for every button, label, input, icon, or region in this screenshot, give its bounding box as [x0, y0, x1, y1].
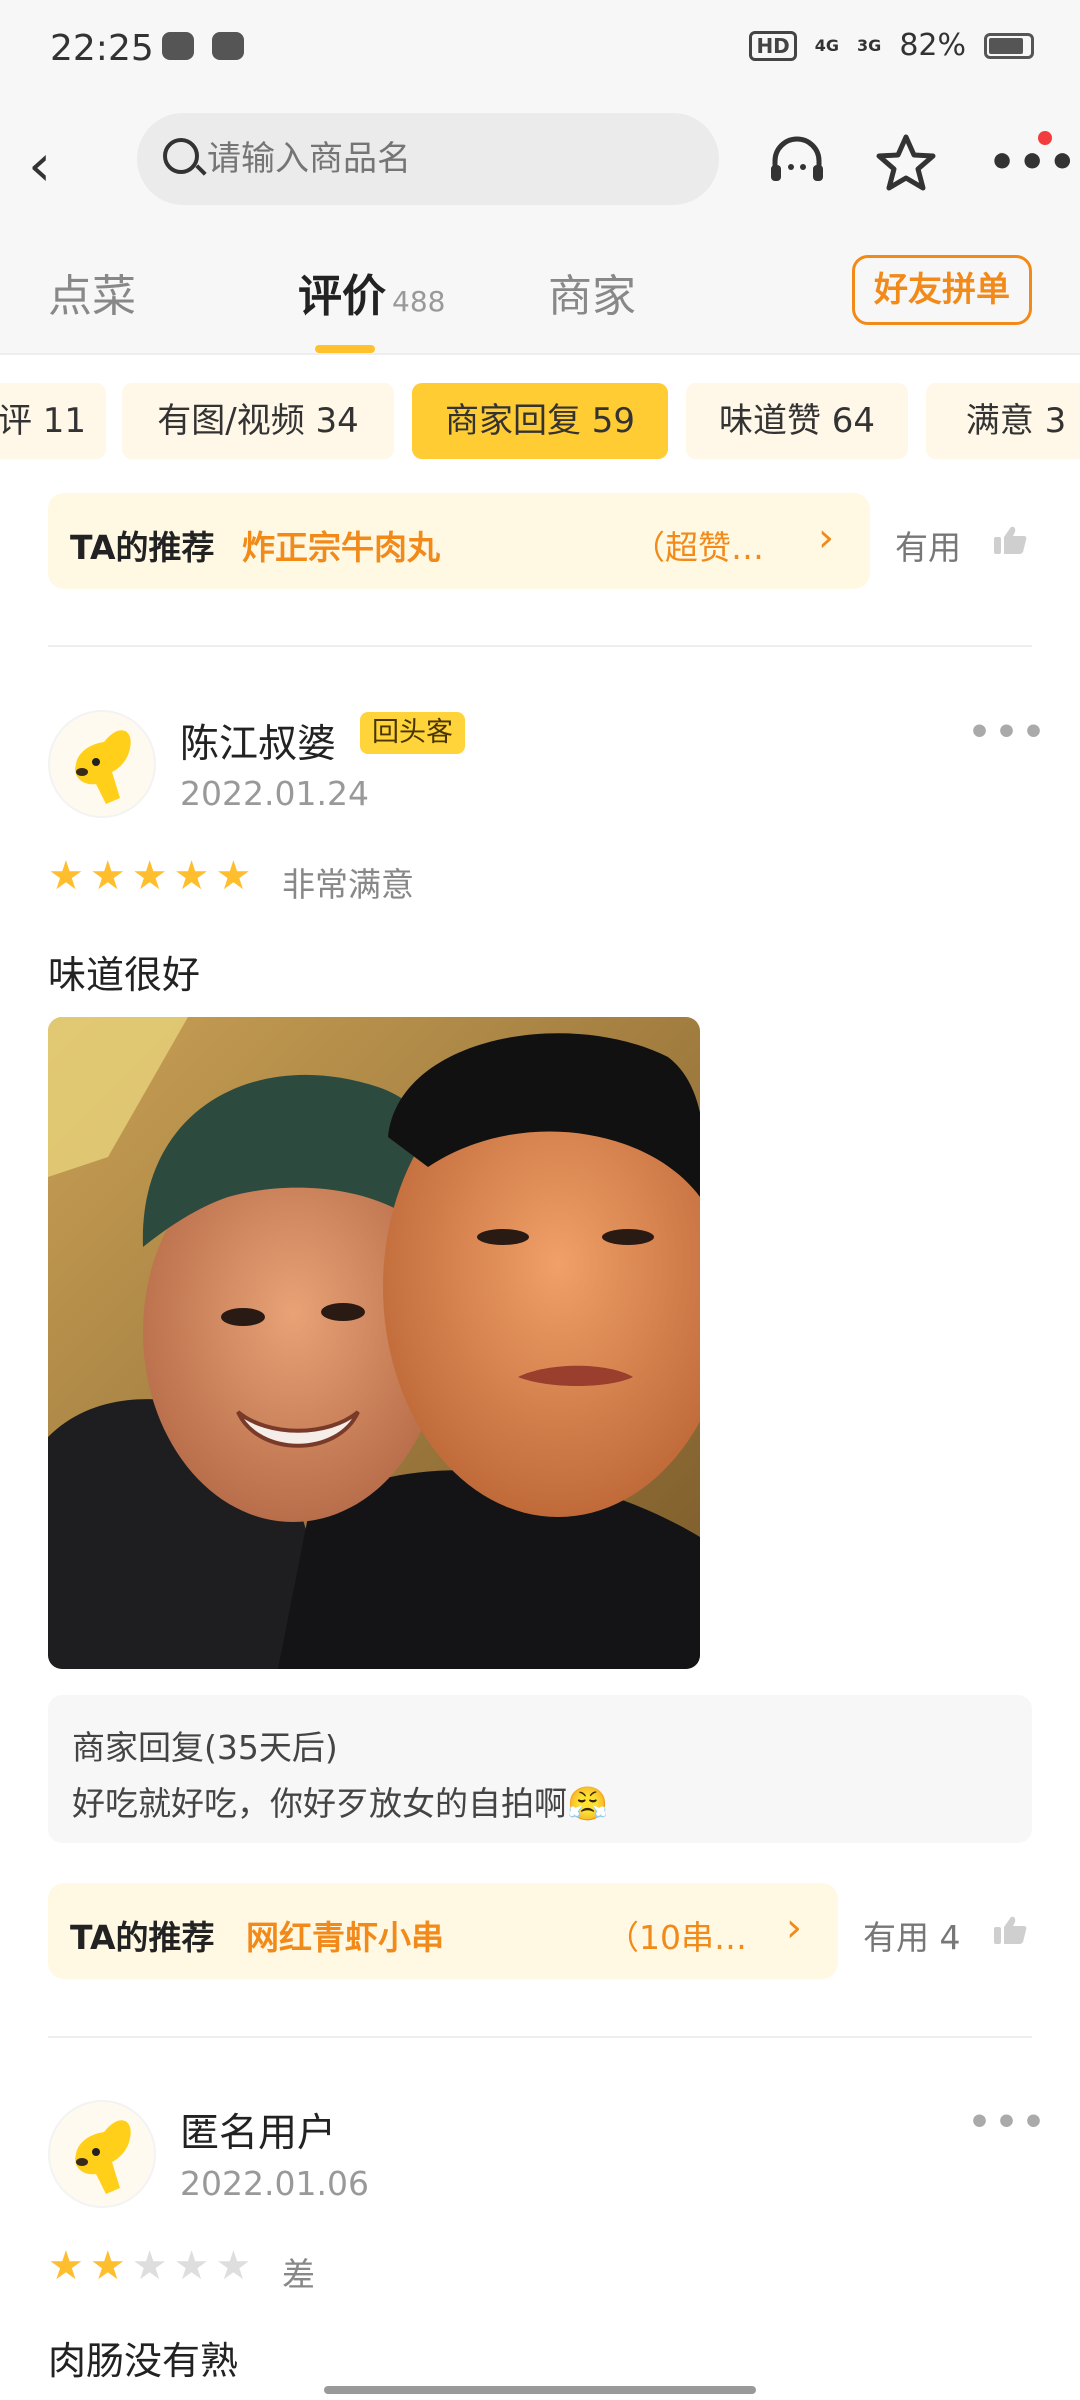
rating-text: 非常满意 [282, 865, 414, 904]
signal-4g-icon: 4G [814, 35, 840, 55]
home-indicator[interactable] [324, 2386, 756, 2394]
rating-text: 差 [282, 2255, 315, 2294]
star-icon: ★ [215, 2243, 252, 2289]
recommend-label: TA的推荐 [70, 1918, 215, 1957]
review-photo[interactable] [48, 1017, 700, 1669]
friend-group-order-button[interactable]: 好友拼单 [852, 255, 1032, 325]
review-text: 肉肠没有熟 [48, 2339, 239, 2383]
review-date: 2022.01.06 [180, 2164, 369, 2203]
app-notification-icon [162, 32, 194, 60]
star-icon: ★ [89, 853, 126, 899]
rating-stars: ★ ★ ★ ★ ★ [48, 856, 251, 896]
merchant-reply-title: 商家回复(35天后) [72, 1728, 338, 1767]
filter-chip-satisfied[interactable]: 满意 3 [926, 383, 1080, 459]
more-options-icon[interactable]: ••• [968, 2102, 1049, 2143]
notification-dot [1038, 131, 1052, 145]
status-right: HD 4G 3G 82% [749, 28, 1034, 63]
returning-customer-badge: 回头客 [360, 712, 465, 754]
customer-service-icon[interactable] [765, 131, 829, 195]
filter-chip[interactable]: 评 11 [0, 383, 106, 459]
filter-chip-merchant-reply[interactable]: 商家回复 59 [412, 383, 668, 459]
review-date: 2022.01.24 [180, 774, 369, 813]
search-box[interactable] [137, 113, 719, 205]
recommend-row[interactable]: TA的推荐 网红青虾小串 （10串… › [48, 1883, 838, 1979]
review-filter-bar: 评 11 有图/视频 34 商家回复 59 味道赞 64 满意 3 [0, 383, 1080, 459]
more-options-icon[interactable]: ••• [968, 712, 1049, 753]
merchant-reply-box: 商家回复(35天后) 好吃就好吃，你好歹放女的自拍啊😤 [48, 1695, 1032, 1843]
shop-tabs: 点菜 评价 488 商家 好友拼单 [0, 230, 1080, 355]
star-icon: ★ [131, 853, 168, 899]
useful-label[interactable]: 有用 [895, 521, 961, 569]
back-arrow-icon[interactable]: ‹ [28, 135, 88, 195]
star-icon: ★ [173, 2243, 210, 2289]
filter-chip-with-photo[interactable]: 有图/视频 34 [122, 383, 394, 459]
kangaroo-avatar-icon [75, 2120, 131, 2194]
hd-icon: HD [749, 30, 797, 61]
favorite-star-icon[interactable] [874, 131, 938, 195]
status-bar: 22:25 HD 4G 3G 82% [0, 0, 1080, 105]
recommend-note: （超赞… [632, 528, 764, 567]
merchant-reply-text: 好吃就好吃，你好歹放女的自拍啊😤 [72, 1784, 609, 1823]
review-text: 味道很好 [48, 953, 201, 997]
useful-count[interactable]: 有用 4 [863, 1911, 961, 1959]
rating-stars: ★ ★ ★ ★ ★ [48, 2246, 251, 2286]
divider [48, 645, 1032, 647]
avatar[interactable] [48, 710, 156, 818]
signal-3g-icon: 3G [857, 35, 882, 55]
active-tab-indicator [315, 345, 375, 353]
avatar[interactable] [48, 2100, 156, 2208]
recommend-row[interactable]: TA的推荐 炸正宗牛肉丸 （超赞… › [48, 493, 870, 589]
search-icon [163, 138, 199, 174]
thumbs-up-icon[interactable] [993, 525, 1027, 555]
wechat-icon [212, 32, 244, 60]
filter-chip-taste-good[interactable]: 味道赞 64 [686, 383, 908, 459]
star-icon: ★ [215, 853, 252, 899]
recommend-dish: 炸正宗牛肉丸 [242, 528, 440, 567]
search-input[interactable] [207, 113, 687, 205]
thumbs-up-icon[interactable] [993, 1915, 1027, 1945]
star-icon: ★ [131, 2243, 168, 2289]
tab-reviews[interactable]: 评价 488 [298, 260, 445, 324]
divider [48, 2036, 1032, 2038]
status-time: 22:25 [50, 28, 154, 69]
star-icon: ★ [173, 853, 210, 899]
battery-icon [984, 32, 1034, 59]
tab-merchant[interactable]: 商家 [548, 260, 636, 324]
notification-icons [162, 32, 244, 60]
chevron-right-icon: › [818, 515, 834, 561]
review-username[interactable]: 匿名用户 [180, 2102, 336, 2158]
review-photo-image [48, 1017, 700, 1669]
tab-reviews-label: 评价 [298, 271, 386, 322]
star-icon: ★ [48, 2243, 84, 2289]
recommend-dish: 网红青虾小串 [246, 1918, 444, 1957]
recommend-note: （10串… [606, 1918, 747, 1957]
chevron-right-icon: › [786, 1905, 802, 1951]
top-nav: ‹ ••• [0, 105, 1080, 230]
more-menu-icon[interactable]: ••• [988, 131, 1076, 195]
star-icon: ★ [48, 853, 84, 899]
star-icon: ★ [89, 2243, 126, 2289]
review-username[interactable]: 陈江叔婆 [180, 713, 336, 769]
recommend-label: TA的推荐 [70, 528, 215, 567]
kangaroo-avatar-icon [75, 730, 131, 804]
tab-menu[interactable]: 点菜 [48, 260, 136, 324]
battery-percent: 82% [899, 28, 966, 63]
tab-reviews-count: 488 [392, 285, 446, 318]
